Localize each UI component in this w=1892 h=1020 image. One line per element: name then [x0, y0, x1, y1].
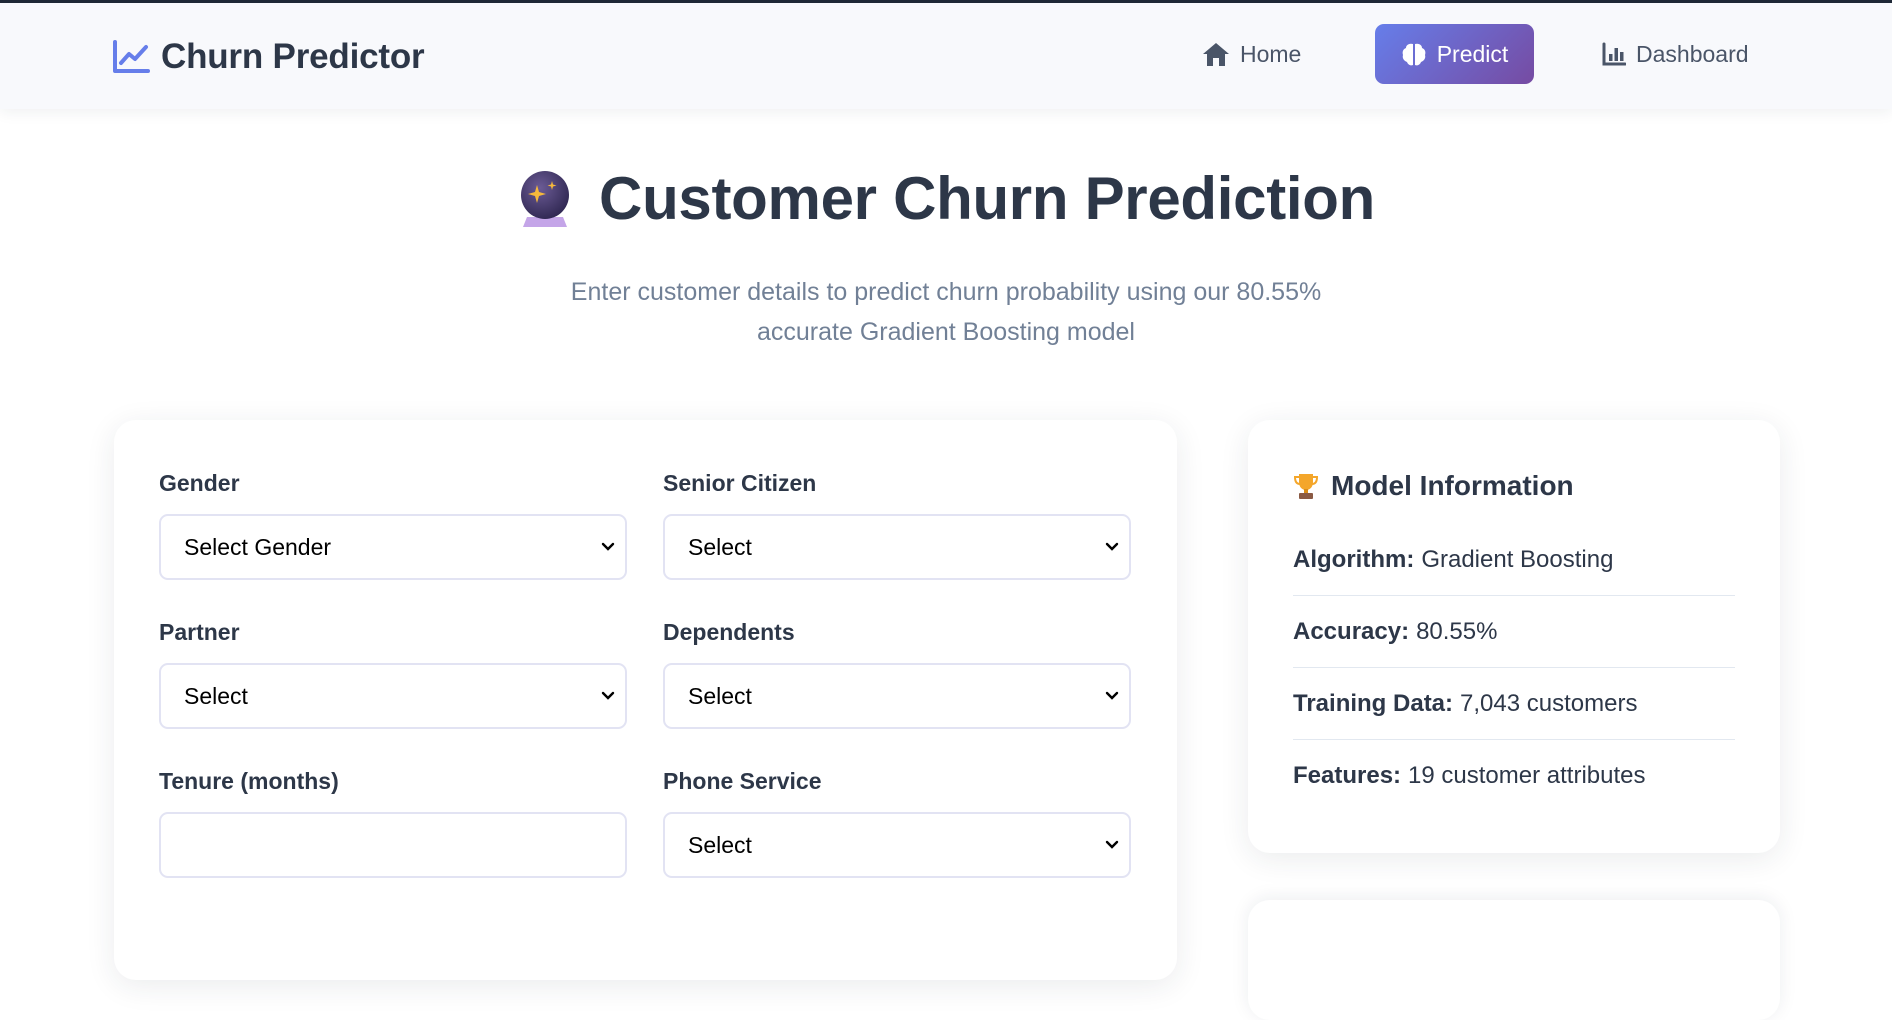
info-row-algorithm: Algorithm: Gradient Boosting	[1293, 524, 1735, 596]
phone-service-field: Phone Service Select	[663, 768, 1131, 878]
phone-service-select[interactable]: Select	[663, 812, 1131, 878]
info-value: 19 customer attributes	[1408, 762, 1646, 789]
partner-field: Partner Select	[159, 619, 627, 729]
nav-dashboard-label: Dashboard	[1636, 40, 1749, 67]
info-row-accuracy: Accuracy: 80.55%	[1293, 596, 1735, 668]
tenure-field: Tenure (months)	[159, 768, 627, 878]
page-title: Customer Churn Prediction	[599, 165, 1375, 232]
model-info-card: Model Information Algorithm: Gradient Bo…	[1248, 420, 1780, 853]
phone-service-label: Phone Service	[663, 768, 822, 794]
prediction-form-card: Gender Select Gender Senior Citizen Sele…	[114, 420, 1177, 980]
info-row-training-data: Training Data: 7,043 customers	[1293, 668, 1735, 740]
crystal-ball-icon	[517, 169, 573, 229]
senior-citizen-field: Senior Citizen Select	[663, 470, 1131, 580]
info-row-features: Features: 19 customer attributes	[1293, 740, 1735, 812]
brain-icon	[1401, 41, 1427, 67]
secondary-card	[1248, 900, 1780, 1020]
tenure-input[interactable]	[159, 812, 627, 878]
trophy-icon	[1293, 472, 1319, 500]
nav-predict-label: Predict	[1436, 40, 1509, 67]
page-subtitle: Enter customer details to predict churn …	[520, 272, 1372, 352]
brand-label: Churn Predictor	[161, 37, 425, 76]
nav-dashboard-link[interactable]: Dashboard	[1580, 24, 1771, 84]
dependents-label: Dependents	[663, 619, 795, 645]
senior-citizen-select-value: Select	[688, 533, 752, 560]
gender-field: Gender Select Gender	[159, 470, 627, 580]
chevron-down-icon	[1105, 691, 1119, 701]
line-chart-icon	[112, 40, 150, 74]
info-label: Training Data:	[1293, 689, 1454, 717]
model-info-heading: Model Information	[1293, 470, 1574, 502]
dependents-select[interactable]: Select	[663, 663, 1131, 729]
model-info-title: Model Information	[1331, 470, 1574, 501]
info-label: Algorithm:	[1293, 545, 1415, 573]
gender-select[interactable]: Select Gender	[159, 514, 627, 580]
chevron-down-icon	[1105, 840, 1119, 850]
nav-predict-link[interactable]: Predict	[1375, 24, 1534, 84]
info-label: Accuracy:	[1293, 617, 1410, 645]
senior-citizen-label: Senior Citizen	[663, 470, 817, 496]
chevron-down-icon	[601, 542, 615, 552]
info-value: Gradient Boosting	[1421, 545, 1614, 573]
home-icon	[1202, 41, 1230, 67]
page-title-row: Customer Churn Prediction	[0, 164, 1892, 233]
phone-service-select-value: Select	[688, 831, 752, 858]
info-label: Features:	[1293, 762, 1402, 789]
nav-home-link[interactable]: Home	[1180, 24, 1323, 84]
subtitle-line-1: Enter customer details to predict churn …	[570, 278, 1322, 306]
gender-select-value: Select Gender	[184, 533, 332, 560]
info-value: 7,043 customers	[1460, 689, 1638, 717]
partner-label: Partner	[159, 619, 240, 645]
brand[interactable]: Churn Predictor	[112, 37, 425, 77]
chevron-down-icon	[601, 691, 615, 701]
dependents-field: Dependents Select	[663, 619, 1131, 729]
navbar: Churn Predictor Home Predict Dashboard	[0, 3, 1892, 109]
dependents-select-value: Select	[688, 682, 752, 709]
subtitle-line-2: accurate Gradient Boosting model	[757, 318, 1135, 346]
chevron-down-icon	[1105, 542, 1119, 552]
partner-select[interactable]: Select	[159, 663, 627, 729]
gender-label: Gender	[159, 470, 240, 496]
bar-chart-icon	[1602, 42, 1626, 66]
partner-select-value: Select	[184, 682, 248, 709]
senior-citizen-select[interactable]: Select	[663, 514, 1131, 580]
tenure-label: Tenure (months)	[159, 768, 339, 794]
info-value: 80.55%	[1416, 617, 1498, 645]
nav-home-label: Home	[1240, 40, 1302, 67]
